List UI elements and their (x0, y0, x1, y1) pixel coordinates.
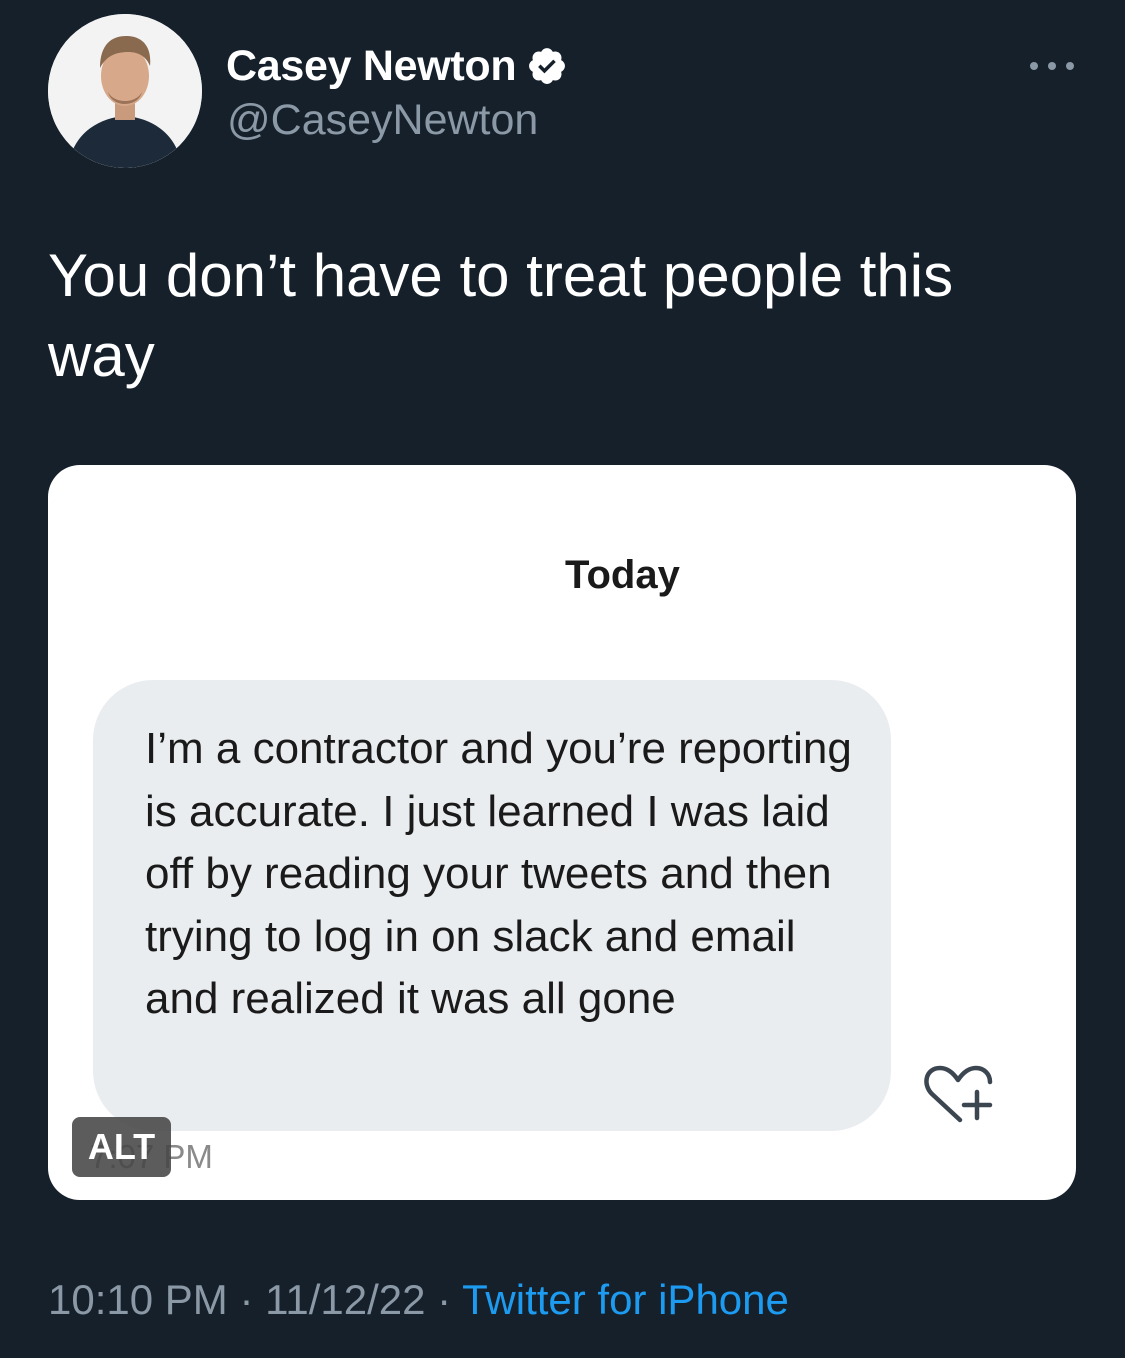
footer-separator: · (227, 1276, 266, 1323)
author-handle[interactable]: @CaseyNewton (227, 96, 538, 145)
author-name-row: Casey Newton (226, 40, 568, 92)
tweet-time[interactable]: 10:10 PM (48, 1276, 228, 1323)
verified-badge-icon (529, 48, 566, 84)
tweet-text: You don’t have to treat people this way (48, 242, 954, 389)
more-options-icon[interactable] (1030, 58, 1074, 74)
heart-plus-icon (924, 1065, 993, 1123)
more-dot (1030, 62, 1038, 70)
more-dot (1066, 62, 1074, 70)
alt-badge[interactable]: ALT (72, 1117, 171, 1177)
tweet-source-link[interactable]: Twitter for iPhone (462, 1276, 789, 1323)
tweet-footer: 10:10 PM · 11/12/22 · Twitter for iPhone (48, 1276, 789, 1324)
tweet-date[interactable]: 11/12/22 (265, 1276, 425, 1323)
footer-separator: · (425, 1276, 463, 1323)
more-dot (1048, 62, 1056, 70)
message-text: I’m a contractor and you’re reporting is… (145, 724, 852, 1023)
avatar[interactable] (48, 14, 202, 168)
author-display-name[interactable]: Casey Newton (226, 42, 517, 91)
date-header: Today (565, 553, 680, 597)
